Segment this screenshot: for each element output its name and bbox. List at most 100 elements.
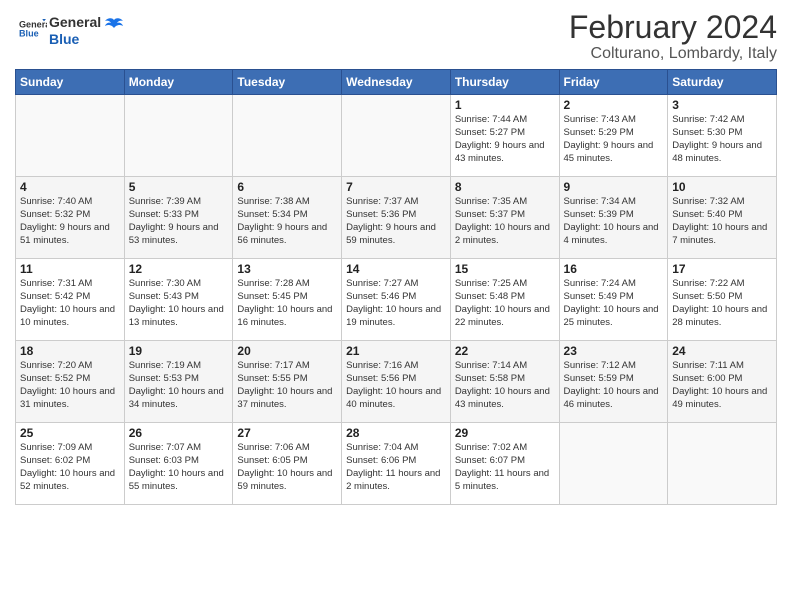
day-info: Sunrise: 7:11 AM Sunset: 6:00 PM Dayligh… <box>672 360 772 411</box>
table-row <box>559 423 668 505</box>
table-row <box>124 95 233 177</box>
calendar-week-2: 4 Sunrise: 7:40 AM Sunset: 5:32 PM Daylig… <box>16 177 777 259</box>
table-row: 5 Sunrise: 7:39 AM Sunset: 5:33 PM Daylig… <box>124 177 233 259</box>
table-row: 15Sunrise: 7:25 AM Sunset: 5:48 PM Dayli… <box>450 259 559 341</box>
col-saturday: Saturday <box>668 70 777 95</box>
day-number: 22 <box>455 344 555 358</box>
day-info: Sunrise: 7:32 AM Sunset: 5:40 PM Dayligh… <box>672 196 772 247</box>
day-number: 7 <box>346 180 446 194</box>
day-info: Sunrise: 7:34 AM Sunset: 5:39 PM Dayligh… <box>564 196 664 247</box>
table-row: 12 Sunrise: 7:30 AM Sunset: 5:43 PM Dayli… <box>124 259 233 341</box>
table-row: 9 Sunrise: 7:34 AM Sunset: 5:39 PM Daylig… <box>559 177 668 259</box>
table-row: 10 Sunrise: 7:32 AM Sunset: 5:40 PM Dayli… <box>668 177 777 259</box>
day-info: Sunrise: 7:35 AM Sunset: 5:37 PM Dayligh… <box>455 196 555 247</box>
day-number: 26 <box>129 426 229 440</box>
logo-line1: General <box>49 14 101 31</box>
day-info: Sunrise: 7:27 AM Sunset: 5:46 PM Dayligh… <box>346 278 446 329</box>
col-thursday: Thursday <box>450 70 559 95</box>
day-info: Sunrise: 7:28 AM Sunset: 5:45 PM Dayligh… <box>237 278 337 329</box>
day-number: 5 <box>129 180 229 194</box>
day-info: Sunrise: 7:38 AM Sunset: 5:34 PM Dayligh… <box>237 196 337 247</box>
day-info: Sunrise: 7:06 AM Sunset: 6:05 PM Dayligh… <box>237 442 337 493</box>
day-info: Sunrise: 7:02 AM Sunset: 6:07 PM Dayligh… <box>455 442 555 493</box>
day-info: Sunrise: 7:30 AM Sunset: 5:43 PM Dayligh… <box>129 278 229 329</box>
day-info: Sunrise: 7:40 AM Sunset: 5:32 PM Dayligh… <box>20 196 120 247</box>
col-sunday: Sunday <box>16 70 125 95</box>
table-row: 25 Sunrise: 7:09 AM Sunset: 6:02 PM Dayli… <box>16 423 125 505</box>
day-number: 1 <box>455 98 555 112</box>
calendar: Sunday Monday Tuesday Wednesday Thursday… <box>15 69 777 505</box>
calendar-header-row: Sunday Monday Tuesday Wednesday Thursday… <box>16 70 777 95</box>
logo-bird-icon <box>103 16 125 38</box>
table-row: 29 Sunrise: 7:02 AM Sunset: 6:07 PM Dayli… <box>450 423 559 505</box>
day-number: 18 <box>20 344 120 358</box>
table-row: 2 Sunrise: 7:43 AM Sunset: 5:29 PM Daylig… <box>559 95 668 177</box>
day-info: Sunrise: 7:44 AM Sunset: 5:27 PM Dayligh… <box>455 114 555 165</box>
day-number: 13 <box>237 262 337 276</box>
col-monday: Monday <box>124 70 233 95</box>
day-number: 10 <box>672 180 772 194</box>
col-wednesday: Wednesday <box>342 70 451 95</box>
day-info: Sunrise: 7:43 AM Sunset: 5:29 PM Dayligh… <box>564 114 664 165</box>
day-info: Sunrise: 7:22 AM Sunset: 5:50 PM Dayligh… <box>672 278 772 329</box>
day-info: Sunrise: 7:04 AM Sunset: 6:06 PM Dayligh… <box>346 442 446 493</box>
day-info: Sunrise: 7:24 AM Sunset: 5:49 PM Dayligh… <box>564 278 664 329</box>
day-number: 23 <box>564 344 664 358</box>
table-row: 17 Sunrise: 7:22 AM Sunset: 5:50 PM Dayli… <box>668 259 777 341</box>
calendar-week-1: 1 Sunrise: 7:44 AM Sunset: 5:27 PM Daylig… <box>16 95 777 177</box>
logo-icon: General Blue <box>19 14 47 42</box>
table-row <box>233 95 342 177</box>
table-row: 24 Sunrise: 7:11 AM Sunset: 6:00 PM Dayli… <box>668 341 777 423</box>
table-row: 8Sunrise: 7:35 AM Sunset: 5:37 PM Daylig… <box>450 177 559 259</box>
day-number: 29 <box>455 426 555 440</box>
calendar-week-4: 18 Sunrise: 7:20 AM Sunset: 5:52 PM Dayli… <box>16 341 777 423</box>
day-number: 27 <box>237 426 337 440</box>
day-number: 21 <box>346 344 446 358</box>
table-row: 16 Sunrise: 7:24 AM Sunset: 5:49 PM Dayli… <box>559 259 668 341</box>
day-info: Sunrise: 7:07 AM Sunset: 6:03 PM Dayligh… <box>129 442 229 493</box>
day-number: 9 <box>564 180 664 194</box>
table-row: 4 Sunrise: 7:40 AM Sunset: 5:32 PM Daylig… <box>16 177 125 259</box>
calendar-week-5: 25 Sunrise: 7:09 AM Sunset: 6:02 PM Dayli… <box>16 423 777 505</box>
day-number: 6 <box>237 180 337 194</box>
day-number: 2 <box>564 98 664 112</box>
day-info: Sunrise: 7:20 AM Sunset: 5:52 PM Dayligh… <box>20 360 120 411</box>
table-row: 18 Sunrise: 7:20 AM Sunset: 5:52 PM Dayli… <box>16 341 125 423</box>
page-subtitle: Colturano, Lombardy, Italy <box>569 45 777 63</box>
table-row: 14 Sunrise: 7:27 AM Sunset: 5:46 PM Dayli… <box>342 259 451 341</box>
table-row: 1 Sunrise: 7:44 AM Sunset: 5:27 PM Daylig… <box>450 95 559 177</box>
table-row <box>668 423 777 505</box>
calendar-week-3: 11 Sunrise: 7:31 AM Sunset: 5:42 PM Dayli… <box>16 259 777 341</box>
day-number: 19 <box>129 344 229 358</box>
day-info: Sunrise: 7:12 AM Sunset: 5:59 PM Dayligh… <box>564 360 664 411</box>
table-row: 19 Sunrise: 7:19 AM Sunset: 5:53 PM Dayli… <box>124 341 233 423</box>
day-info: Sunrise: 7:31 AM Sunset: 5:42 PM Dayligh… <box>20 278 120 329</box>
table-row: 3Sunrise: 7:42 AM Sunset: 5:30 PM Daylig… <box>668 95 777 177</box>
day-info: Sunrise: 7:09 AM Sunset: 6:02 PM Dayligh… <box>20 442 120 493</box>
page-title: February 2024 <box>569 10 777 45</box>
logo-line2: Blue <box>49 31 101 48</box>
day-number: 24 <box>672 344 772 358</box>
table-row: 21Sunrise: 7:16 AM Sunset: 5:56 PM Dayli… <box>342 341 451 423</box>
logo: General Blue General Blue <box>15 14 125 48</box>
day-number: 4 <box>20 180 120 194</box>
day-number: 11 <box>20 262 120 276</box>
day-info: Sunrise: 7:19 AM Sunset: 5:53 PM Dayligh… <box>129 360 229 411</box>
day-info: Sunrise: 7:39 AM Sunset: 5:33 PM Dayligh… <box>129 196 229 247</box>
day-number: 14 <box>346 262 446 276</box>
day-number: 12 <box>129 262 229 276</box>
svg-text:Blue: Blue <box>19 29 39 39</box>
table-row: 28 Sunrise: 7:04 AM Sunset: 6:06 PM Dayli… <box>342 423 451 505</box>
day-number: 28 <box>346 426 446 440</box>
day-number: 16 <box>564 262 664 276</box>
table-row: 27 Sunrise: 7:06 AM Sunset: 6:05 PM Dayli… <box>233 423 342 505</box>
day-info: Sunrise: 7:25 AM Sunset: 5:48 PM Dayligh… <box>455 278 555 329</box>
table-row: 23 Sunrise: 7:12 AM Sunset: 5:59 PM Dayli… <box>559 341 668 423</box>
day-number: 17 <box>672 262 772 276</box>
col-friday: Friday <box>559 70 668 95</box>
table-row <box>16 95 125 177</box>
title-block: February 2024 Colturano, Lombardy, Italy <box>569 10 777 63</box>
day-number: 25 <box>20 426 120 440</box>
table-row <box>342 95 451 177</box>
table-row: 13 Sunrise: 7:28 AM Sunset: 5:45 PM Dayli… <box>233 259 342 341</box>
